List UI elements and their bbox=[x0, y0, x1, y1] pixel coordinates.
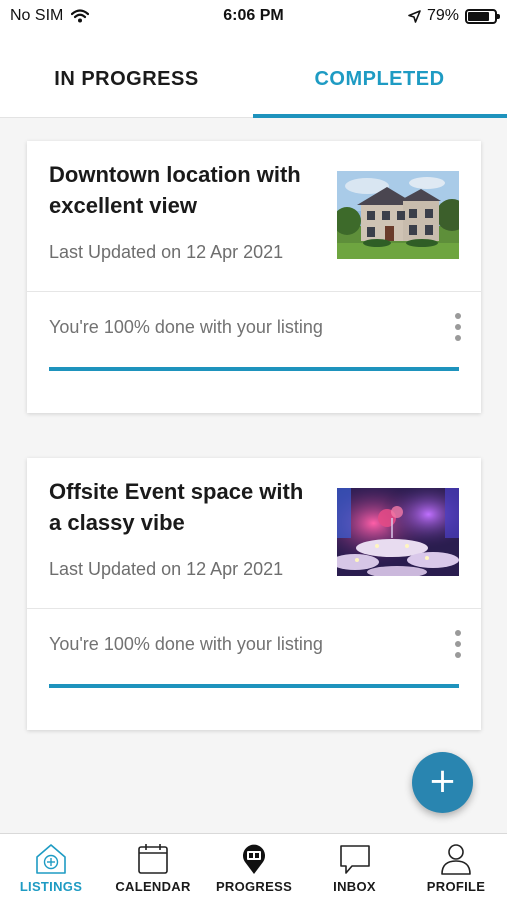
nav-label: LISTINGS bbox=[19, 879, 83, 894]
nav-progress[interactable]: PROGRESS bbox=[204, 834, 304, 900]
progress-pin-icon bbox=[243, 844, 265, 874]
listing-updated-date: Last Updated on 12 Apr 2021 bbox=[49, 559, 284, 579]
listing-progress-text: You're 100% done with your listing bbox=[49, 634, 323, 654]
person-icon bbox=[441, 844, 471, 875]
status-bar: No SIM 6:06 PM 79% bbox=[0, 0, 507, 34]
listing-progress-text: You're 100% done with your listing bbox=[49, 317, 323, 337]
card-divider bbox=[27, 291, 481, 292]
more-options-icon[interactable] bbox=[453, 313, 463, 345]
chat-bubble-icon bbox=[339, 845, 370, 874]
more-options-icon[interactable] bbox=[453, 630, 463, 662]
nav-label: PROFILE bbox=[426, 879, 486, 894]
battery-level bbox=[468, 11, 489, 21]
nav-label: PROGRESS bbox=[215, 879, 293, 894]
listing-progress-bar bbox=[49, 684, 459, 688]
listing-progress-fill bbox=[49, 367, 459, 371]
add-listing-button[interactable]: + bbox=[412, 752, 473, 813]
listing-progress-fill bbox=[49, 684, 459, 688]
battery-icon bbox=[465, 8, 500, 24]
listing-title: Downtown location with excellent view bbox=[49, 162, 301, 218]
nav-calendar[interactable]: CALENDAR bbox=[102, 834, 204, 900]
nav-profile[interactable]: PROFILE bbox=[405, 834, 507, 900]
active-tab-indicator bbox=[253, 114, 507, 118]
nav-inbox[interactable]: INBOX bbox=[304, 834, 405, 900]
home-plus-icon bbox=[36, 844, 66, 874]
listing-progress-bar bbox=[49, 367, 459, 371]
bottom-navigation: LISTINGS CALENDAR PROGRESS INBOX PROFILE bbox=[0, 833, 507, 900]
nav-label: INBOX bbox=[333, 879, 376, 894]
house-photo[interactable] bbox=[337, 171, 459, 259]
tab-completed[interactable]: COMPLETED bbox=[253, 34, 506, 118]
tab-in-progress[interactable]: IN PROGRESS bbox=[0, 34, 253, 118]
listing-card[interactable]: Offsite Event space with a classy vibe L… bbox=[27, 458, 481, 730]
listing-title: Offsite Event space with a classy vibe bbox=[49, 479, 304, 535]
nav-label: CALENDAR bbox=[115, 879, 191, 894]
status-right: 79% bbox=[408, 7, 500, 25]
plus-icon: + bbox=[428, 761, 457, 801]
location-arrow-icon bbox=[408, 9, 421, 23]
listing-card[interactable]: Downtown location with excellent view La… bbox=[27, 141, 481, 413]
battery-percent: 79% bbox=[426, 7, 459, 24]
event-hall-photo[interactable] bbox=[337, 488, 459, 576]
card-divider bbox=[27, 608, 481, 609]
nav-listings[interactable]: LISTINGS bbox=[0, 834, 102, 900]
listing-updated-date: Last Updated on 12 Apr 2021 bbox=[49, 242, 284, 262]
listing-tabs: IN PROGRESS COMPLETED bbox=[0, 34, 507, 118]
calendar-icon bbox=[138, 844, 168, 874]
